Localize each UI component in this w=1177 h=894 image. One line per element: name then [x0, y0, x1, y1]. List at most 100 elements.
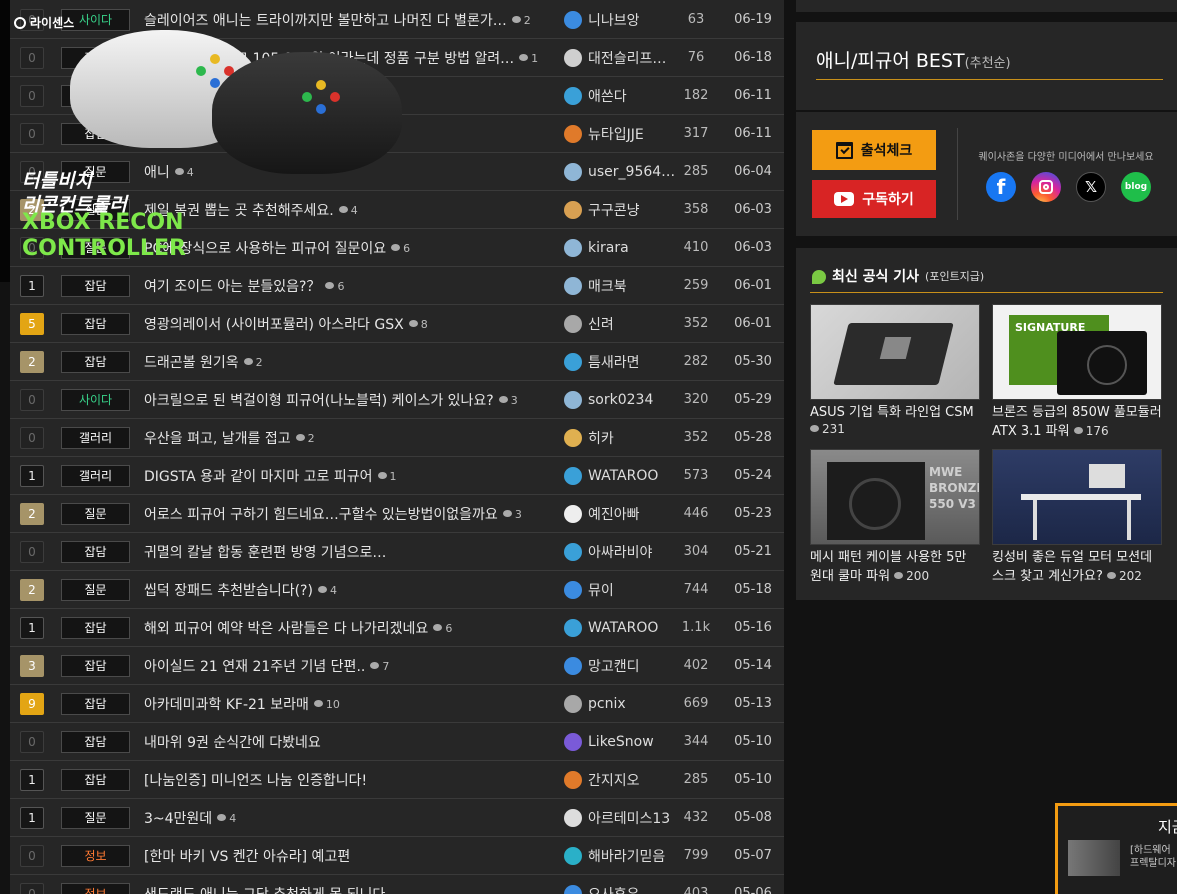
post-author[interactable]: 오사후유	[558, 875, 676, 894]
author-name[interactable]: 오사후유	[588, 884, 640, 894]
category-badge[interactable]: 정보	[61, 845, 130, 867]
post-row[interactable]: 0 사이다 아크릴으로 된 벽걸이형 피규어(나노블럭) 케이스가 있나요? 3 sor…	[10, 381, 784, 419]
post-title-cell[interactable]: [나눔인증] 미니언즈 나눔 인증합니다!	[144, 761, 559, 799]
post-title[interactable]: 애니	[144, 162, 170, 182]
post-author[interactable]: LikeSnow	[558, 723, 676, 761]
author-name[interactable]: WATAROO	[588, 620, 658, 636]
author-name[interactable]: kirara	[588, 240, 629, 256]
post-row[interactable]: 2 질문 씹덕 장패드 추천받습니다(?) 4 뮤이 744 05-18	[10, 571, 784, 609]
post-title[interactable]: DIGSTA 용과 같이 마지마 고로 피규어	[144, 466, 373, 486]
post-title-cell[interactable]: DIGSTA 용과 같이 마지마 고로 피규어 1	[144, 457, 559, 495]
post-row[interactable]: 9 잡담 아카데미과학 KF-21 보라매 10 pcnix 669 05-13	[10, 685, 784, 723]
post-author[interactable]: WATAROO	[558, 609, 676, 647]
category-badge[interactable]: 잡담	[61, 693, 130, 715]
category-badge[interactable]: 잡담	[61, 313, 130, 335]
post-row[interactable]: 0 잡담 내마위 9권 순식간에 다봤네요 LikeSnow 344 05-10	[10, 723, 784, 761]
author-name[interactable]: 틈새라면	[588, 352, 640, 372]
post-title-cell[interactable]: 어로스 피규어 구하기 힘드네요…구할수 있는방법이없을까요 3	[144, 495, 559, 533]
post-row[interactable]: 0 질문 애니 4 user_956443 285 06-04	[10, 153, 784, 191]
author-name[interactable]: 아싸라비야	[588, 542, 652, 562]
post-row[interactable]: 5 잡담 영광의레이서 (사이버포뮬러) 아스라다 GSX 8 신려 352 06-01	[10, 305, 784, 343]
author-name[interactable]: 구구콘냥	[588, 200, 640, 220]
post-author[interactable]: 아르테미스13	[558, 799, 676, 837]
post-title[interactable]: [나눔인증] 미니언즈 나눔 인증합니다!	[144, 770, 367, 790]
post-title-cell[interactable]: 샌드랜드 애니는 그닥 추천하게 못 되니다	[144, 875, 559, 894]
author-name[interactable]: 아르테미스13	[588, 808, 670, 828]
post-title-cell[interactable]: 아카데미과학 KF-21 보라매 10	[144, 685, 559, 723]
category-badge[interactable]: 잡담	[61, 731, 130, 753]
category-badge[interactable]: 잡담	[61, 275, 130, 297]
popup-text[interactable]: [하드웨어 프렉탈디자	[1130, 844, 1176, 870]
post-row[interactable]: 1 잡담 여기 조이드 아는 분들있음?？ 6 매크북 259 06-01	[10, 267, 784, 305]
post-author[interactable]: 망고캔디	[558, 647, 676, 685]
post-title[interactable]: 어로스 피규어 구하기 힘드네요…구할수 있는방법이없을까요	[144, 504, 498, 524]
post-row[interactable]: 3 잡담 아이실드 21 연재 21주년 기념 단편.. 7 망고캔디 402 05-14	[10, 647, 784, 685]
post-row[interactable]: 1 질문 3~4만원데 4 아르테미스13 432 05-08	[10, 799, 784, 837]
post-title[interactable]: 드래곤볼 원기옥	[144, 352, 239, 372]
post-title-cell[interactable]: 드래곤볼 원기옥 2	[144, 343, 559, 381]
post-title[interactable]: 슬레이어즈 애니는 트라이까지만 볼만하고 나머진 다 별론가…	[144, 10, 507, 30]
post-title[interactable]: 내마위 9권 순식간에 다봤네요	[144, 732, 321, 752]
post-title[interactable]: 씹덕 장패드 추천받습니다(?)	[144, 580, 313, 600]
article-title[interactable]: 메시 패턴 케이블 사용한 5만 원대 쿨마 파워	[810, 550, 966, 584]
author-name[interactable]: 애쓴다	[588, 86, 627, 106]
author-name[interactable]: pcnix	[588, 696, 626, 712]
post-author[interactable]: 애쓴다	[558, 77, 676, 115]
post-title-cell[interactable]: 여기 조이드 아는 분들있음?？ 6	[144, 267, 559, 305]
x-twitter-icon[interactable]: 𝕏	[1076, 172, 1106, 202]
author-name[interactable]: 예진아빠	[588, 504, 640, 524]
news-article[interactable]: 킹성비 좋은 듀얼 모터 모션데스크 찾고 계신가요? 202	[992, 449, 1162, 586]
facebook-icon[interactable]: f	[986, 172, 1016, 202]
post-title-cell[interactable]: [한마 바키 VS 켄간 아슈라] 예고편	[144, 837, 559, 875]
author-name[interactable]: 니나브앙	[588, 10, 640, 30]
post-title-cell[interactable]: 제일 복권 뽑는 곳 추천해주세요. 4	[144, 191, 559, 229]
category-badge[interactable]: 정보	[61, 883, 130, 894]
floating-popup[interactable]: 지금 [하드웨어 프렉탈디자	[1055, 803, 1177, 894]
post-title[interactable]: 3~4만원데	[144, 808, 212, 828]
post-author[interactable]: 간지지오	[558, 761, 676, 799]
post-title[interactable]: 샌드랜드 애니는 그닥 추천하게 못 되니다	[144, 884, 385, 894]
category-badge[interactable]: 잡담	[61, 769, 130, 791]
post-row[interactable]: 0 잡담 귀멸의 칼날 합동 훈련편 방영 기념으로… 아싸라비야 304 05-21	[10, 533, 784, 571]
news-article[interactable]: SIGNATURE 브론즈 등급의 850W 풀모듈러 ATX 3.1 파워 1…	[992, 304, 1162, 441]
post-row[interactable]: 2 질문 어로스 피규어 구하기 힘드네요…구할수 있는방법이없을까요 3 예진아빠 44…	[10, 495, 784, 533]
post-title-cell[interactable]: 우산을 펴고, 날개를 접고 2	[144, 419, 559, 457]
author-name[interactable]: user_956443	[588, 164, 676, 180]
article-thumbnail[interactable]: MWE BRONZE 550 V3	[810, 449, 980, 545]
post-author[interactable]: 뉴타입JJE	[558, 115, 676, 153]
article-thumbnail[interactable]	[992, 449, 1162, 545]
post-author[interactable]: pcnix	[558, 685, 676, 723]
author-name[interactable]: 신려	[588, 314, 614, 334]
article-thumbnail[interactable]	[810, 304, 980, 400]
category-badge[interactable]: 잡담	[61, 541, 130, 563]
post-title[interactable]: [한마 바키 VS 켄간 아슈라] 예고편	[144, 846, 350, 866]
post-row[interactable]: 1 잡담 해외 피규어 예약 박은 사람들은 다 나가리겠네요 6 WATAROO 1.1…	[10, 609, 784, 647]
post-title-cell[interactable]: 3~4만원데 4	[144, 799, 559, 837]
post-title-cell[interactable]: 씹덕 장패드 추천받습니다(?) 4	[144, 571, 559, 609]
subscribe-button[interactable]: 구독하기	[812, 180, 936, 218]
blog-icon[interactable]: blog	[1121, 172, 1151, 202]
post-author[interactable]: 히카	[558, 419, 676, 457]
category-badge[interactable]: 잡담	[61, 655, 130, 677]
post-row[interactable]: 0 정보 [한마 바키 VS 켄간 아슈라] 예고편 해바라기믿음 799 05-07	[10, 837, 784, 875]
post-title[interactable]: 아카데미과학 KF-21 보라매	[144, 694, 309, 714]
post-title[interactable]: 아크릴으로 된 벽걸이형 피규어(나노블럭) 케이스가 있나요?	[144, 390, 494, 410]
category-badge[interactable]: 잡담	[61, 617, 130, 639]
category-badge[interactable]: 질문	[61, 503, 130, 525]
author-name[interactable]: LikeSnow	[588, 734, 654, 750]
post-title-cell[interactable]: 아이실드 21 연재 21주년 기념 단편.. 7	[144, 647, 559, 685]
post-title-cell[interactable]: PC에 장식으로 사용하는 피규어 질문이요 6	[144, 229, 559, 267]
post-author[interactable]: 해바라기믿음	[558, 837, 676, 875]
post-author[interactable]: 대전슬리프…	[558, 39, 676, 77]
post-author[interactable]: WATAROO	[558, 457, 676, 495]
post-author[interactable]: 예진아빠	[558, 495, 676, 533]
category-badge[interactable]: 사이다	[61, 389, 130, 411]
article-thumbnail[interactable]: SIGNATURE	[992, 304, 1162, 400]
category-badge[interactable]: 질문	[61, 807, 130, 829]
post-row[interactable]: 2 잡담 드래곤볼 원기옥 2 틈새라면 282 05-30	[10, 343, 784, 381]
category-badge[interactable]: 갤러리	[61, 427, 130, 449]
author-name[interactable]: 뮤이	[588, 580, 614, 600]
post-title-cell[interactable]: 해외 피규어 예약 박은 사람들은 다 나가리겠네요 6	[144, 609, 559, 647]
category-badge[interactable]: 갤러리	[61, 465, 130, 487]
post-row[interactable]: 1 잡담 [나눔인증] 미니언즈 나눔 인증합니다! 간지지오 285 05-10	[10, 761, 784, 799]
